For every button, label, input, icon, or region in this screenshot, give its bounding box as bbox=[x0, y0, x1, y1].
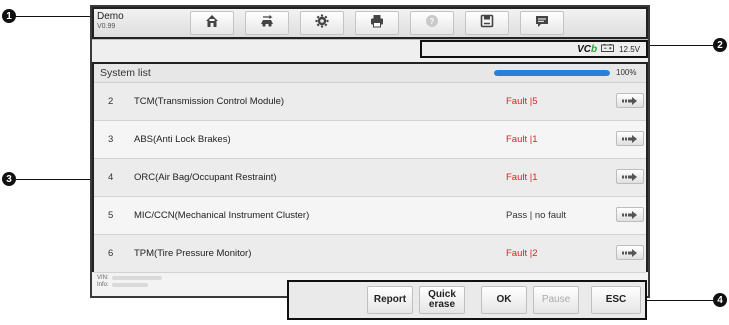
vin-value-redacted bbox=[112, 276, 162, 280]
callout-4: 4 bbox=[713, 293, 727, 307]
row-number: 2 bbox=[108, 96, 114, 107]
callout-2-leader bbox=[648, 45, 713, 46]
system-status: Pass | no fault bbox=[506, 210, 567, 221]
row-number: 6 bbox=[108, 248, 114, 259]
chat-icon bbox=[534, 13, 550, 34]
battery-icon bbox=[601, 44, 615, 54]
system-list-rows: 2 TCM(Transmission Control Module) Fault… bbox=[94, 83, 646, 273]
system-name: TPM(Tire Pressure Monitor) bbox=[134, 248, 252, 259]
system-list-header: System list 100% bbox=[94, 64, 646, 83]
scan-progress-fill bbox=[494, 70, 610, 76]
ok-button[interactable]: OK bbox=[481, 286, 527, 314]
help-icon: ? bbox=[424, 13, 440, 34]
chat-button[interactable] bbox=[520, 11, 564, 35]
home-icon bbox=[204, 13, 220, 34]
svg-text:?: ? bbox=[430, 17, 435, 26]
system-name: ABS(Anti Lock Brakes) bbox=[134, 134, 231, 145]
row-number: 4 bbox=[108, 172, 114, 183]
callout-3-leader bbox=[16, 179, 90, 180]
scan-progress-label: 100% bbox=[616, 68, 637, 77]
open-system-button[interactable] bbox=[616, 131, 644, 146]
home-button[interactable] bbox=[190, 11, 234, 35]
settings-button[interactable] bbox=[300, 11, 344, 35]
system-name: MIC/CCN(Mechanical Instrument Cluster) bbox=[134, 210, 310, 221]
info-value-redacted bbox=[112, 283, 148, 287]
arrow-right-icon bbox=[622, 168, 638, 186]
callout-4-leader bbox=[647, 300, 713, 301]
table-row[interactable]: 4 ORC(Air Bag/Occupant Restraint) Fault … bbox=[94, 159, 646, 197]
callout-2: 2 bbox=[713, 38, 727, 52]
report-button[interactable]: Report bbox=[367, 286, 413, 314]
open-system-button[interactable] bbox=[616, 169, 644, 184]
vin-label: VIN: bbox=[97, 275, 109, 281]
printer-icon bbox=[369, 13, 385, 34]
open-system-button[interactable] bbox=[616, 245, 644, 260]
scan-progress-bar bbox=[494, 70, 610, 76]
vehicle-swap-button[interactable] bbox=[245, 11, 289, 35]
pause-button[interactable]: Pause bbox=[533, 286, 579, 314]
vehicle-swap-icon bbox=[259, 13, 275, 34]
vci-indicator: VCb bbox=[577, 43, 598, 55]
gear-icon bbox=[314, 13, 330, 34]
arrow-right-icon bbox=[622, 206, 638, 224]
print-button[interactable] bbox=[355, 11, 399, 35]
row-number: 3 bbox=[108, 134, 114, 145]
esc-button[interactable]: ESC bbox=[591, 286, 641, 314]
device-screen: Demo V0.99 ? VCb 12.5V System list 100% … bbox=[90, 5, 650, 298]
system-status: Fault |2 bbox=[506, 248, 538, 259]
table-row[interactable]: 5 MIC/CCN(Mechanical Instrument Cluster)… bbox=[94, 197, 646, 235]
arrow-right-icon bbox=[622, 92, 638, 110]
quick-erase-label: Quick erase bbox=[428, 289, 456, 310]
open-system-button[interactable] bbox=[616, 93, 644, 108]
table-row[interactable]: 3 ABS(Anti Lock Brakes) Fault |1 bbox=[94, 121, 646, 159]
vci-status-bar: VCb 12.5V bbox=[420, 40, 648, 58]
arrow-right-icon bbox=[622, 244, 638, 262]
callout-1: 1 bbox=[2, 9, 16, 23]
system-list-title: System list bbox=[100, 67, 151, 79]
top-toolbar: Demo V0.99 ? bbox=[92, 7, 648, 40]
quick-erase-button[interactable]: Quick erase bbox=[419, 286, 465, 314]
system-name: ORC(Air Bag/Occupant Restraint) bbox=[134, 172, 277, 183]
save-icon bbox=[479, 13, 495, 34]
open-system-button[interactable] bbox=[616, 207, 644, 222]
callout-1-leader bbox=[16, 16, 90, 17]
system-list-panel: System list 100% 2 TCM(Transmission Cont… bbox=[92, 62, 648, 273]
table-row[interactable]: 6 TPM(Tire Pressure Monitor) Fault |2 bbox=[94, 235, 646, 273]
row-number: 5 bbox=[108, 210, 114, 221]
app-version: V0.99 bbox=[97, 23, 116, 30]
battery-voltage: 12.5V bbox=[619, 44, 640, 54]
system-status: Fault |1 bbox=[506, 172, 538, 183]
system-name: TCM(Transmission Control Module) bbox=[134, 96, 285, 107]
arrow-right-icon bbox=[622, 130, 638, 148]
save-button[interactable] bbox=[465, 11, 509, 35]
system-status: Fault |5 bbox=[506, 96, 538, 107]
callout-3: 3 bbox=[2, 172, 16, 186]
table-row[interactable]: 2 TCM(Transmission Control Module) Fault… bbox=[94, 83, 646, 121]
system-status: Fault |1 bbox=[506, 134, 538, 145]
help-button[interactable]: ? bbox=[410, 11, 454, 35]
app-title: Demo bbox=[97, 11, 124, 22]
action-bar: Report Quick erase OK Pause ESC bbox=[287, 280, 647, 320]
info-label: Info: bbox=[97, 282, 109, 288]
